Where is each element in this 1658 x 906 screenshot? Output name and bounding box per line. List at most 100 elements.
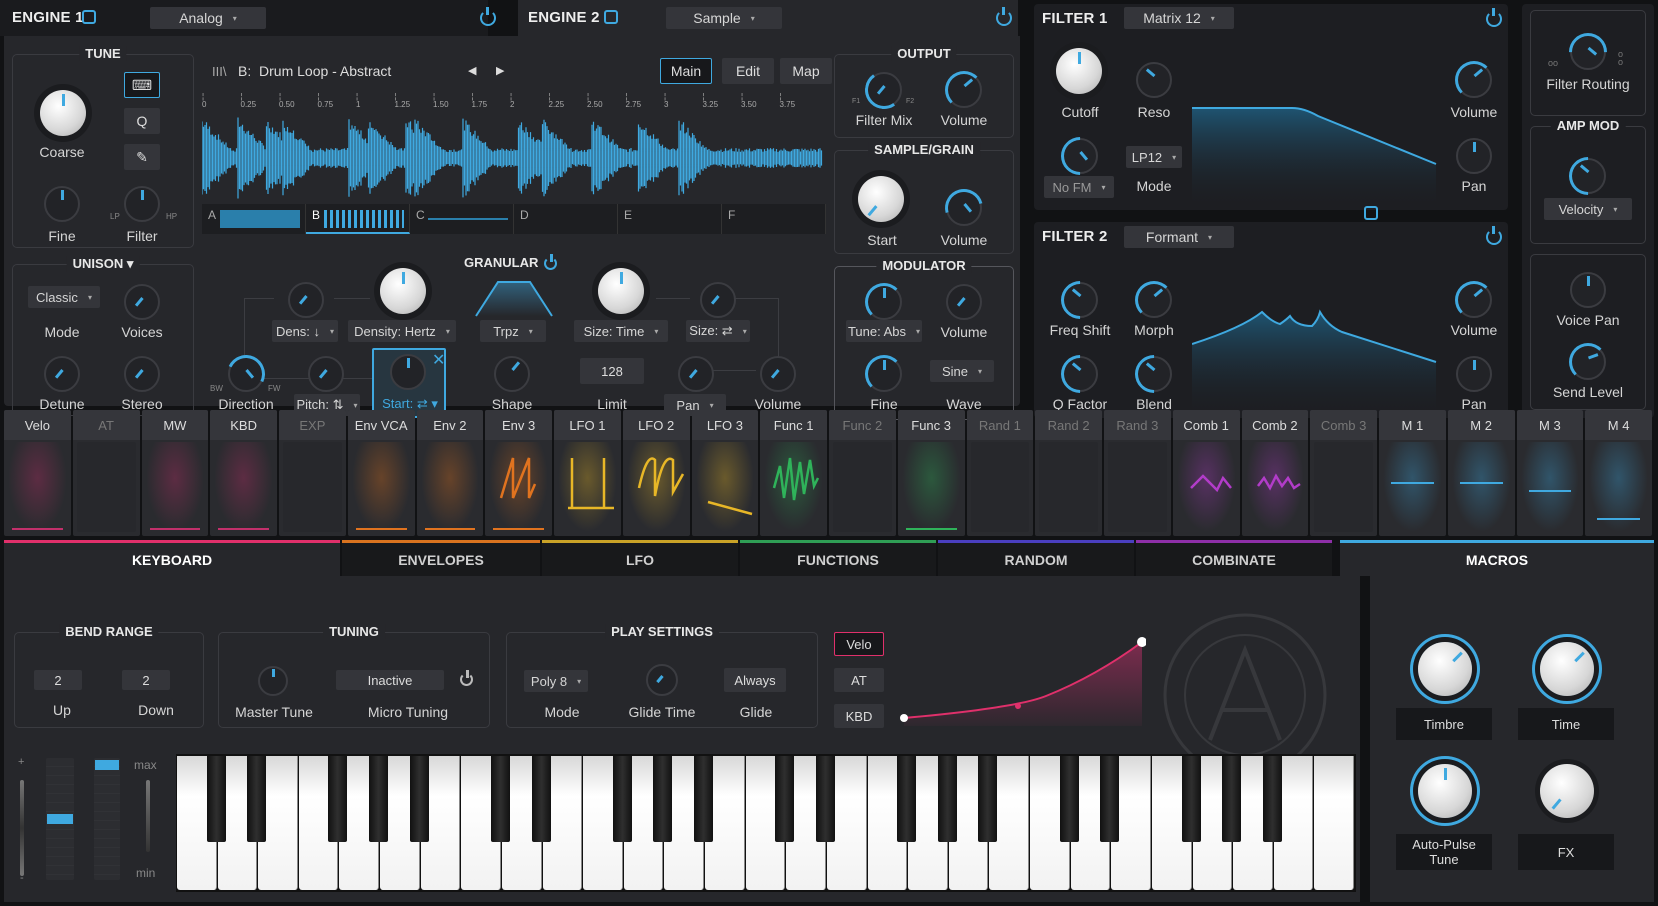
pitch-knob[interactable] [308, 356, 344, 392]
mod-wave-dropdown[interactable]: Sine ▾ [930, 360, 994, 382]
send-level-knob[interactable] [1569, 343, 1607, 381]
filter1-volume-knob[interactable] [1455, 61, 1493, 99]
filter2-type-dropdown[interactable]: Formant ▾ [1124, 226, 1234, 248]
dens-knob[interactable] [288, 282, 324, 318]
filter1-type-dropdown[interactable]: Matrix 12 ▾ [1124, 7, 1234, 29]
white-key[interactable] [1314, 756, 1354, 890]
black-key[interactable] [612, 756, 632, 842]
master-tune-knob[interactable] [258, 666, 288, 696]
mod-wheel[interactable] [94, 758, 120, 880]
limit-field[interactable]: 128 [580, 358, 644, 384]
voices-knob[interactable] [124, 284, 160, 320]
black-key[interactable] [653, 756, 673, 842]
black-key[interactable] [1059, 756, 1079, 842]
mod-tune-dropdown[interactable]: Tune: Abs ▾ [846, 320, 922, 342]
curve-source-kbd[interactable]: KBD [834, 704, 884, 728]
black-key[interactable] [1100, 756, 1120, 842]
sample-list-icon[interactable]: III\ [212, 64, 226, 79]
mod-source-m-3[interactable]: M 3 [1516, 410, 1584, 536]
mod-source-func-3[interactable]: Func 3 [897, 410, 965, 536]
mod-source-velo[interactable]: Velo [4, 410, 71, 536]
size-mode-dropdown[interactable]: Size: Time ▾ [574, 320, 668, 342]
macro-knob-3[interactable] [1418, 764, 1472, 818]
curve-source-at[interactable]: AT [834, 668, 884, 692]
macro-label-4[interactable]: FX [1518, 834, 1614, 870]
shape-knob[interactable] [494, 356, 530, 392]
mod-source-rand-3[interactable]: Rand 3 [1104, 410, 1171, 536]
unison-title[interactable]: UNISON ▾ [66, 256, 140, 272]
stereo-knob[interactable] [124, 356, 160, 392]
black-key[interactable] [247, 756, 267, 842]
mod-source-kbd[interactable]: KBD [210, 410, 277, 536]
amp-mod-source-dropdown[interactable]: Velocity ▾ [1544, 198, 1632, 220]
macro-label-2[interactable]: Time [1518, 708, 1614, 740]
black-key[interactable] [328, 756, 348, 842]
engine1-type-dropdown[interactable]: Analog ▾ [150, 7, 266, 29]
sample-tab-edit[interactable]: Edit [722, 58, 774, 84]
sample-slot-e[interactable]: E [618, 204, 722, 234]
bend-up-field[interactable]: 2 [34, 670, 82, 690]
start-knob[interactable] [390, 354, 426, 390]
unison-mode-dropdown[interactable]: Classic ▾ [28, 286, 100, 308]
filter2-pan-knob[interactable] [1456, 356, 1492, 392]
coarse-knob[interactable] [40, 90, 86, 136]
mod-source-lfo-2[interactable]: LFO 2 [622, 410, 690, 536]
velocity-curve-editor[interactable] [896, 636, 1146, 726]
glide-time-knob[interactable] [646, 664, 678, 696]
mod-source-func-1[interactable]: Func 1 [760, 410, 827, 536]
sample-tab-main[interactable]: Main [660, 58, 712, 84]
mod-source-func-2[interactable]: Func 2 [829, 410, 896, 536]
poly-mode-dropdown[interactable]: Poly 8 ▾ [524, 670, 588, 692]
tab-keyboard[interactable]: KEYBOARD [4, 540, 340, 576]
fm-knob[interactable] [1053, 129, 1107, 183]
macro-knob-4[interactable] [1540, 764, 1594, 818]
density-knob[interactable] [380, 268, 426, 314]
black-key[interactable] [937, 756, 957, 842]
engine1-power-icon[interactable] [480, 7, 496, 26]
filter1-pan-knob[interactable] [1456, 138, 1492, 174]
sample-slot-f[interactable]: F [722, 204, 826, 234]
sample-start-knob[interactable] [858, 176, 904, 222]
copy-icon[interactable] [604, 10, 618, 24]
mod-source-comb-1[interactable]: Comb 1 [1172, 410, 1240, 536]
pitch-wheel-handle[interactable] [47, 814, 73, 824]
black-key[interactable] [531, 756, 551, 842]
mod-source-env-vca[interactable]: Env VCA [347, 410, 415, 536]
black-key[interactable] [1262, 756, 1282, 842]
mod-source-comb-2[interactable]: Comb 2 [1241, 410, 1309, 536]
engine2-power-icon[interactable] [996, 7, 1012, 26]
mod-source-m-1[interactable]: M 1 [1379, 410, 1446, 536]
mod-tune-knob[interactable] [865, 283, 903, 321]
tab-envelopes[interactable]: ENVELOPES [342, 540, 540, 576]
micro-tuning-dropdown[interactable]: Inactive [336, 670, 444, 690]
pitch-wheel[interactable] [46, 758, 74, 880]
output-volume-knob[interactable] [945, 71, 983, 109]
mod-source-mw[interactable]: MW [141, 410, 209, 536]
copy-filter-icon[interactable] [1364, 206, 1378, 220]
mod-volume-knob[interactable] [946, 284, 982, 320]
mod-source-at[interactable]: AT [72, 410, 140, 536]
black-key[interactable] [815, 756, 835, 842]
engine2-type-dropdown[interactable]: Sample ▾ [666, 7, 782, 29]
filter1-power-icon[interactable] [1486, 8, 1502, 27]
mod-source-comb-3[interactable]: Comb 3 [1310, 410, 1377, 536]
granular-power-icon[interactable] [544, 254, 557, 270]
close-icon[interactable]: ✕ [432, 350, 445, 370]
grain-shape-dropdown[interactable]: Trpz ▾ [480, 320, 546, 342]
reso-knob[interactable] [1136, 62, 1172, 98]
mod-source-rand-1[interactable]: Rand 1 [966, 410, 1034, 536]
cutoff-knob[interactable] [1056, 48, 1102, 94]
quantize-button[interactable]: Q [124, 108, 160, 134]
sample-slot-d[interactable]: D [514, 204, 618, 234]
sample-slot-b[interactable]: B [306, 204, 410, 234]
direction-knob[interactable] [221, 349, 271, 399]
density-mode-dropdown[interactable]: Density: Hertz ▾ [348, 320, 456, 342]
mod-source-rand-2[interactable]: Rand 2 [1035, 410, 1102, 536]
mod-source-m-4[interactable]: M 4 [1585, 410, 1652, 536]
copy-icon[interactable] [82, 10, 96, 24]
macro-knob-2[interactable] [1540, 642, 1594, 696]
q-factor-knob[interactable] [1053, 347, 1107, 401]
mod-source-env-3[interactable]: Env 3 [485, 410, 552, 536]
mod-source-lfo-1[interactable]: LFO 1 [554, 410, 621, 536]
black-key[interactable] [775, 756, 795, 842]
